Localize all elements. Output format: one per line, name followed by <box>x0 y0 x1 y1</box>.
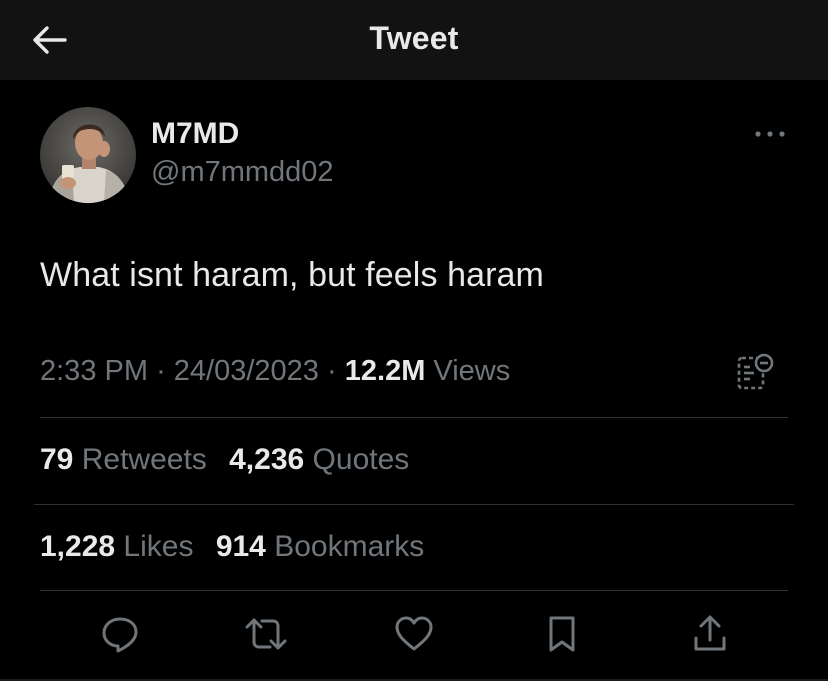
analytics-button[interactable] <box>733 350 777 394</box>
tweet-time[interactable]: 2:33 PM <box>40 355 148 387</box>
display-name[interactable]: M7MD <box>151 117 239 151</box>
bookmarks-count: 914 <box>215 530 266 563</box>
bookmarks-label: Bookmarks <box>274 530 425 563</box>
user-handle[interactable]: @m7mmdd02 <box>151 156 334 189</box>
bookmark-button[interactable] <box>538 610 586 658</box>
meta-separator: · <box>156 355 166 387</box>
quotes-count: 4,236 <box>229 443 305 476</box>
more-horizontal-icon <box>755 131 785 137</box>
tweet-date[interactable]: 24/03/2023 <box>174 355 319 387</box>
divider <box>40 417 788 418</box>
like-button[interactable] <box>390 610 438 658</box>
stats-row-likes: 1,228 Likes 914 Bookmarks <box>40 530 438 564</box>
share-icon <box>694 615 726 651</box>
heart-icon <box>395 616 433 651</box>
likes-stat[interactable]: 1,228 Likes <box>40 530 193 564</box>
tweet-meta: 2:33 PM · 24/03/2023 · 12.2M Views <box>40 355 510 388</box>
share-button[interactable] <box>686 610 734 658</box>
retweet-button[interactable] <box>242 610 290 658</box>
reply-button[interactable] <box>96 610 144 658</box>
retweet-icon <box>245 618 287 650</box>
bookmark-icon <box>549 616 575 652</box>
tweet-text: What isnt haram, but feels haram <box>40 256 544 294</box>
views-label: Views <box>433 355 511 387</box>
divider <box>34 504 794 505</box>
retweets-label: Retweets <box>81 443 207 476</box>
likes-label: Likes <box>123 530 194 563</box>
divider <box>40 590 788 591</box>
views-count: 12.2M <box>344 355 426 387</box>
meta-separator: · <box>327 355 337 387</box>
quotes-stat[interactable]: 4,236 Quotes <box>229 443 409 477</box>
retweets-count: 79 <box>40 443 74 476</box>
action-bar <box>0 604 828 664</box>
top-bar: Tweet <box>0 0 828 80</box>
bookmarks-stat[interactable]: 914 Bookmarks <box>216 530 424 564</box>
stats-row-retweets: 79 Retweets 4,236 Quotes <box>40 443 423 477</box>
reply-icon <box>102 617 138 653</box>
analytics-icon <box>737 353 774 390</box>
more-options-button[interactable] <box>748 120 792 148</box>
quotes-label: Quotes <box>312 443 410 476</box>
retweets-stat[interactable]: 79 Retweets <box>40 443 207 477</box>
page-title: Tweet <box>369 20 459 56</box>
avatar[interactable] <box>40 107 136 203</box>
likes-count: 1,228 <box>40 530 116 563</box>
